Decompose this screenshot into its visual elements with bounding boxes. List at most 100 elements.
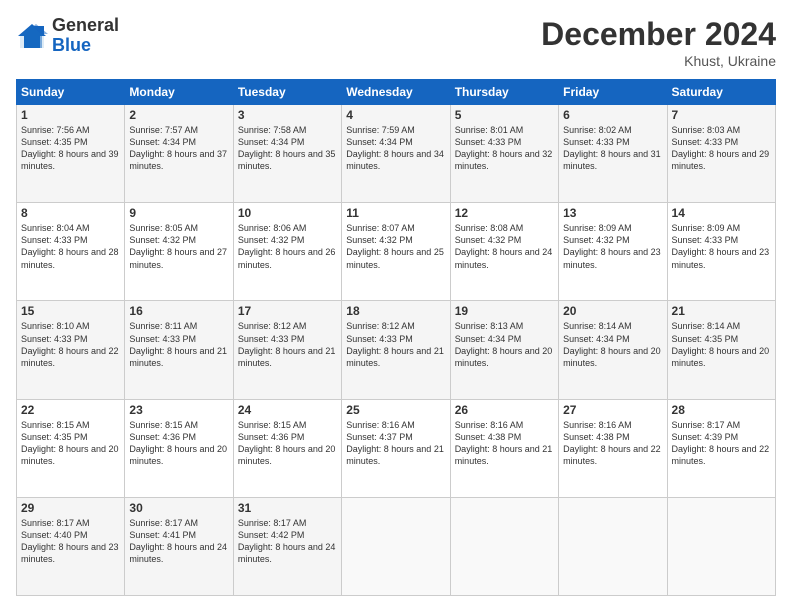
day-number: 17	[238, 304, 337, 318]
table-row: 13 Sunrise: 8:09 AMSunset: 4:32 PMDaylig…	[559, 203, 667, 301]
table-row: 29 Sunrise: 8:17 AMSunset: 4:40 PMDaylig…	[17, 497, 125, 595]
table-row: 10 Sunrise: 8:06 AMSunset: 4:32 PMDaylig…	[233, 203, 341, 301]
header-wednesday: Wednesday	[342, 80, 450, 105]
table-row: 8 Sunrise: 8:04 AMSunset: 4:33 PMDayligh…	[17, 203, 125, 301]
cell-info: Sunrise: 8:10 AMSunset: 4:33 PMDaylight:…	[21, 321, 119, 367]
header-monday: Monday	[125, 80, 233, 105]
cell-info: Sunrise: 7:58 AMSunset: 4:34 PMDaylight:…	[238, 125, 336, 171]
cell-info: Sunrise: 7:56 AMSunset: 4:35 PMDaylight:…	[21, 125, 119, 171]
calendar-header-row: Sunday Monday Tuesday Wednesday Thursday…	[17, 80, 776, 105]
header-saturday: Saturday	[667, 80, 775, 105]
cell-info: Sunrise: 8:07 AMSunset: 4:32 PMDaylight:…	[346, 223, 444, 269]
day-number: 24	[238, 403, 337, 417]
cell-info: Sunrise: 8:06 AMSunset: 4:32 PMDaylight:…	[238, 223, 336, 269]
logo-icon	[16, 22, 48, 50]
calendar-table: Sunday Monday Tuesday Wednesday Thursday…	[16, 79, 776, 596]
table-row: 22 Sunrise: 8:15 AMSunset: 4:35 PMDaylig…	[17, 399, 125, 497]
header: General Blue December 2024 Khust, Ukrain…	[16, 16, 776, 69]
table-row: 30 Sunrise: 8:17 AMSunset: 4:41 PMDaylig…	[125, 497, 233, 595]
table-row: 15 Sunrise: 8:10 AMSunset: 4:33 PMDaylig…	[17, 301, 125, 399]
table-row: 2 Sunrise: 7:57 AMSunset: 4:34 PMDayligh…	[125, 105, 233, 203]
header-sunday: Sunday	[17, 80, 125, 105]
header-tuesday: Tuesday	[233, 80, 341, 105]
cell-info: Sunrise: 8:17 AMSunset: 4:40 PMDaylight:…	[21, 518, 119, 564]
day-number: 7	[672, 108, 771, 122]
day-number: 14	[672, 206, 771, 220]
cell-info: Sunrise: 8:16 AMSunset: 4:38 PMDaylight:…	[563, 420, 661, 466]
day-number: 19	[455, 304, 554, 318]
cell-info: Sunrise: 7:57 AMSunset: 4:34 PMDaylight:…	[129, 125, 227, 171]
logo-text: General Blue	[52, 16, 119, 56]
day-number: 18	[346, 304, 445, 318]
cell-info: Sunrise: 8:11 AMSunset: 4:33 PMDaylight:…	[129, 321, 227, 367]
table-row: 4 Sunrise: 7:59 AMSunset: 4:34 PMDayligh…	[342, 105, 450, 203]
calendar-week-row: 29 Sunrise: 8:17 AMSunset: 4:40 PMDaylig…	[17, 497, 776, 595]
table-row: 14 Sunrise: 8:09 AMSunset: 4:33 PMDaylig…	[667, 203, 775, 301]
table-row	[342, 497, 450, 595]
table-row: 1 Sunrise: 7:56 AMSunset: 4:35 PMDayligh…	[17, 105, 125, 203]
table-row: 3 Sunrise: 7:58 AMSunset: 4:34 PMDayligh…	[233, 105, 341, 203]
table-row	[559, 497, 667, 595]
cell-info: Sunrise: 8:12 AMSunset: 4:33 PMDaylight:…	[238, 321, 336, 367]
day-number: 3	[238, 108, 337, 122]
day-number: 20	[563, 304, 662, 318]
table-row: 7 Sunrise: 8:03 AMSunset: 4:33 PMDayligh…	[667, 105, 775, 203]
cell-info: Sunrise: 7:59 AMSunset: 4:34 PMDaylight:…	[346, 125, 444, 171]
day-number: 15	[21, 304, 120, 318]
table-row: 25 Sunrise: 8:16 AMSunset: 4:37 PMDaylig…	[342, 399, 450, 497]
cell-info: Sunrise: 8:12 AMSunset: 4:33 PMDaylight:…	[346, 321, 444, 367]
day-number: 21	[672, 304, 771, 318]
day-number: 13	[563, 206, 662, 220]
cell-info: Sunrise: 8:05 AMSunset: 4:32 PMDaylight:…	[129, 223, 227, 269]
day-number: 30	[129, 501, 228, 515]
day-number: 22	[21, 403, 120, 417]
day-number: 12	[455, 206, 554, 220]
day-number: 1	[21, 108, 120, 122]
cell-info: Sunrise: 8:17 AMSunset: 4:41 PMDaylight:…	[129, 518, 227, 564]
day-number: 5	[455, 108, 554, 122]
table-row: 18 Sunrise: 8:12 AMSunset: 4:33 PMDaylig…	[342, 301, 450, 399]
day-number: 25	[346, 403, 445, 417]
day-number: 26	[455, 403, 554, 417]
day-number: 10	[238, 206, 337, 220]
table-row: 16 Sunrise: 8:11 AMSunset: 4:33 PMDaylig…	[125, 301, 233, 399]
cell-info: Sunrise: 8:14 AMSunset: 4:35 PMDaylight:…	[672, 321, 770, 367]
table-row: 11 Sunrise: 8:07 AMSunset: 4:32 PMDaylig…	[342, 203, 450, 301]
location: Khust, Ukraine	[541, 53, 776, 69]
table-row: 9 Sunrise: 8:05 AMSunset: 4:32 PMDayligh…	[125, 203, 233, 301]
logo: General Blue	[16, 16, 119, 56]
cell-info: Sunrise: 8:13 AMSunset: 4:34 PMDaylight:…	[455, 321, 553, 367]
day-number: 16	[129, 304, 228, 318]
cell-info: Sunrise: 8:16 AMSunset: 4:38 PMDaylight:…	[455, 420, 553, 466]
page: General Blue December 2024 Khust, Ukrain…	[0, 0, 792, 612]
day-number: 9	[129, 206, 228, 220]
table-row: 28 Sunrise: 8:17 AMSunset: 4:39 PMDaylig…	[667, 399, 775, 497]
day-number: 11	[346, 206, 445, 220]
day-number: 29	[21, 501, 120, 515]
cell-info: Sunrise: 8:08 AMSunset: 4:32 PMDaylight:…	[455, 223, 553, 269]
day-number: 31	[238, 501, 337, 515]
cell-info: Sunrise: 8:17 AMSunset: 4:42 PMDaylight:…	[238, 518, 336, 564]
table-row: 27 Sunrise: 8:16 AMSunset: 4:38 PMDaylig…	[559, 399, 667, 497]
table-row: 20 Sunrise: 8:14 AMSunset: 4:34 PMDaylig…	[559, 301, 667, 399]
cell-info: Sunrise: 8:15 AMSunset: 4:36 PMDaylight:…	[238, 420, 336, 466]
cell-info: Sunrise: 8:17 AMSunset: 4:39 PMDaylight:…	[672, 420, 770, 466]
day-number: 28	[672, 403, 771, 417]
month-title: December 2024	[541, 16, 776, 53]
logo-general: General	[52, 16, 119, 36]
cell-info: Sunrise: 8:09 AMSunset: 4:32 PMDaylight:…	[563, 223, 661, 269]
cell-info: Sunrise: 8:04 AMSunset: 4:33 PMDaylight:…	[21, 223, 119, 269]
day-number: 6	[563, 108, 662, 122]
calendar-week-row: 22 Sunrise: 8:15 AMSunset: 4:35 PMDaylig…	[17, 399, 776, 497]
table-row: 6 Sunrise: 8:02 AMSunset: 4:33 PMDayligh…	[559, 105, 667, 203]
table-row: 17 Sunrise: 8:12 AMSunset: 4:33 PMDaylig…	[233, 301, 341, 399]
table-row: 19 Sunrise: 8:13 AMSunset: 4:34 PMDaylig…	[450, 301, 558, 399]
cell-info: Sunrise: 8:14 AMSunset: 4:34 PMDaylight:…	[563, 321, 661, 367]
day-number: 23	[129, 403, 228, 417]
table-row: 21 Sunrise: 8:14 AMSunset: 4:35 PMDaylig…	[667, 301, 775, 399]
header-friday: Friday	[559, 80, 667, 105]
calendar-week-row: 1 Sunrise: 7:56 AMSunset: 4:35 PMDayligh…	[17, 105, 776, 203]
calendar-week-row: 8 Sunrise: 8:04 AMSunset: 4:33 PMDayligh…	[17, 203, 776, 301]
table-row: 12 Sunrise: 8:08 AMSunset: 4:32 PMDaylig…	[450, 203, 558, 301]
title-block: December 2024 Khust, Ukraine	[541, 16, 776, 69]
